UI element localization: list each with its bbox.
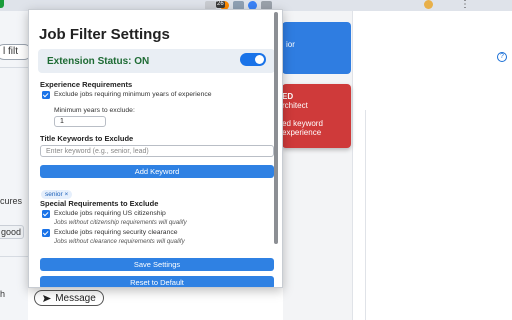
save-settings-button[interactable]: Save Settings [40, 258, 274, 271]
status-toggle[interactable] [240, 53, 266, 66]
message-button-label: Message [55, 292, 96, 304]
status-label: Extension Status: ON [47, 56, 150, 67]
experience-checkbox[interactable] [42, 91, 50, 99]
help-icon[interactable]: ? [497, 52, 507, 62]
min-years-input[interactable]: 1 [54, 116, 106, 127]
card-text: rchitect [282, 101, 308, 110]
popup-title: Job Filter Settings [39, 26, 170, 43]
card-text: ior [286, 40, 295, 49]
keyword-input[interactable]: Enter keyword (e.g., senior, lead) [40, 145, 274, 157]
popup-scrollbar[interactable] [274, 12, 278, 244]
status-box: Extension Status: ON [38, 49, 275, 73]
min-years-label: Minimum years to exclude: [54, 107, 135, 114]
clearance-label: Exclude jobs requiring security clearanc… [54, 229, 178, 236]
tab-indicator [0, 0, 4, 8]
card-text: ed keyword [282, 119, 323, 128]
clearance-checkbox[interactable] [42, 229, 50, 237]
reset-default-button[interactable]: Reset to Default [40, 276, 274, 287]
toggle-knob [255, 55, 264, 64]
job-card-filtered[interactable]: ED rchitect ed keyword experience [282, 84, 351, 148]
send-icon [43, 294, 52, 302]
page-text: h [0, 289, 6, 299]
message-button[interactable]: Message [34, 290, 104, 306]
page-side-panel [352, 11, 512, 320]
card-text: experience [282, 128, 322, 137]
extension-popup: Job Filter Settings Extension Status: ON… [28, 9, 283, 288]
job-card-blue[interactable]: ior [282, 22, 351, 74]
divider [0, 256, 28, 257]
add-keyword-button[interactable]: Add Keyword [40, 165, 274, 178]
special-heading: Special Requirements to Exclude [40, 199, 159, 208]
citizenship-checkbox[interactable] [42, 210, 50, 218]
citizenship-note: Jobs without citizenship requirements wi… [54, 219, 187, 226]
profile-avatar[interactable] [424, 0, 433, 9]
experience-checkbox-label: Exclude jobs requiring minimum years of … [54, 91, 212, 98]
menu-icon[interactable]: ⋮ [460, 0, 470, 10]
page-text: cures [0, 196, 23, 206]
card-text [282, 110, 351, 119]
card-text: ED [282, 92, 294, 101]
divider [365, 110, 366, 320]
keywords-heading: Title Keywords to Exclude [40, 134, 134, 143]
citizenship-label: Exclude jobs requiring US citizenship [54, 210, 166, 217]
keyword-tag[interactable]: senior × [41, 190, 73, 199]
page-chip[interactable]: good [0, 225, 24, 239]
clearance-note: Jobs without clearance requirements will… [54, 238, 185, 245]
experience-heading: Experience Requirements [40, 80, 133, 89]
extension-badge: 26 [216, 1, 225, 8]
divider [0, 67, 28, 68]
